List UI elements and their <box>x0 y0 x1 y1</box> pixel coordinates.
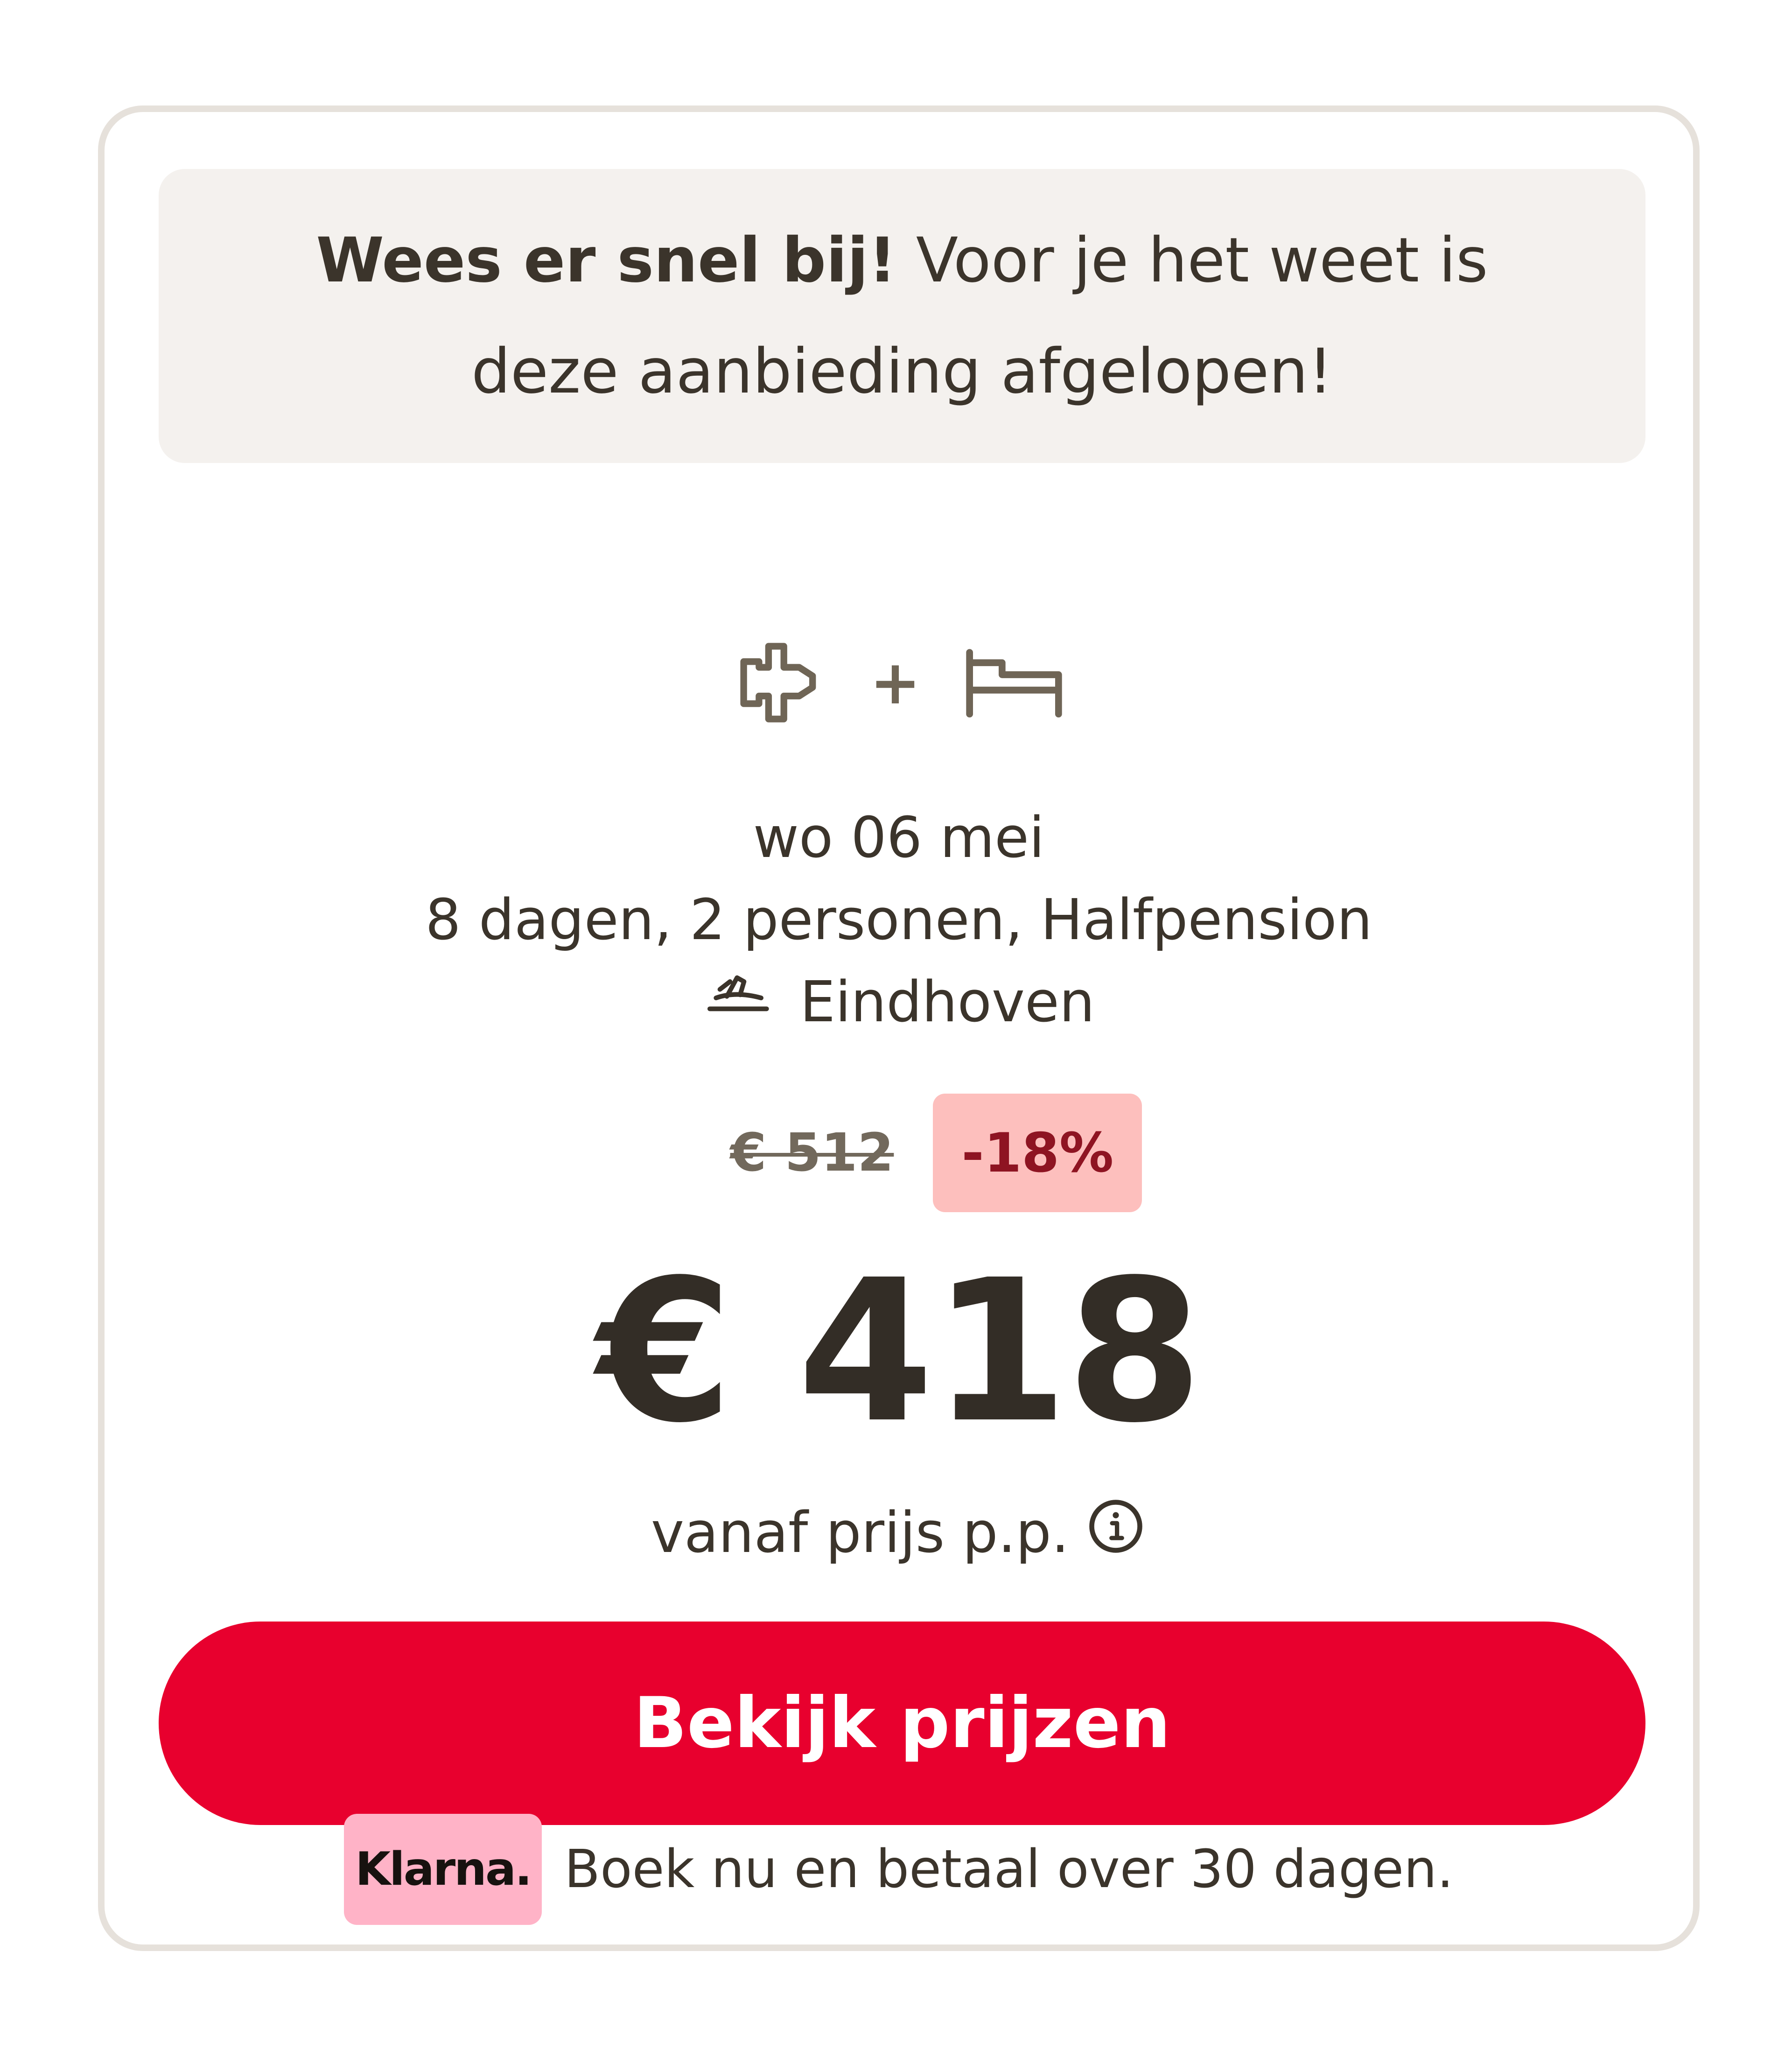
urgency-bold-text: Wees er snel bij! <box>316 225 896 296</box>
klarna-payment-note: Klarna. Boek nu en betaal over 30 dagen. <box>105 1814 1693 1925</box>
urgency-notice: Wees er snel bij! Voor je het weet is de… <box>159 169 1645 463</box>
view-prices-button[interactable]: Bekijk prijzen <box>159 1622 1645 1825</box>
price-caption-row: vanaf prijs p.p. <box>105 1491 1693 1575</box>
discount-badge: -18% <box>933 1094 1142 1212</box>
info-icon[interactable] <box>1085 1495 1147 1571</box>
departure-icon <box>703 962 773 1044</box>
klarna-logo: Klarna. <box>344 1814 542 1925</box>
bed-icon <box>963 640 1065 724</box>
departure-airport: Eindhoven <box>800 970 1095 1035</box>
urgency-message: Wees er snel bij! Voor je het weet is de… <box>272 205 1532 427</box>
discount-row: € 512 -18% <box>105 1094 1693 1212</box>
current-price: € 418 <box>596 1238 1203 1466</box>
trip-summary: 8 dagen, 2 personen, Halfpension <box>425 888 1372 953</box>
deal-card: Wees er snel bij! Voor je het weet is de… <box>98 105 1700 1951</box>
trip-details: wo 06 mei 8 dagen, 2 personen, Halfpensi… <box>105 797 1693 1044</box>
klarna-message: Boek nu en betaal over 30 dagen. <box>564 1839 1454 1900</box>
plus-sign: + <box>870 647 921 718</box>
price-caption: vanaf prijs p.p. <box>651 1500 1069 1566</box>
original-price: € 512 <box>730 1123 894 1183</box>
package-type: + <box>105 631 1693 734</box>
departure-airport-row: Eindhoven <box>703 962 1095 1044</box>
airplane-icon <box>732 635 828 730</box>
departure-date: wo 06 mei <box>753 806 1045 871</box>
